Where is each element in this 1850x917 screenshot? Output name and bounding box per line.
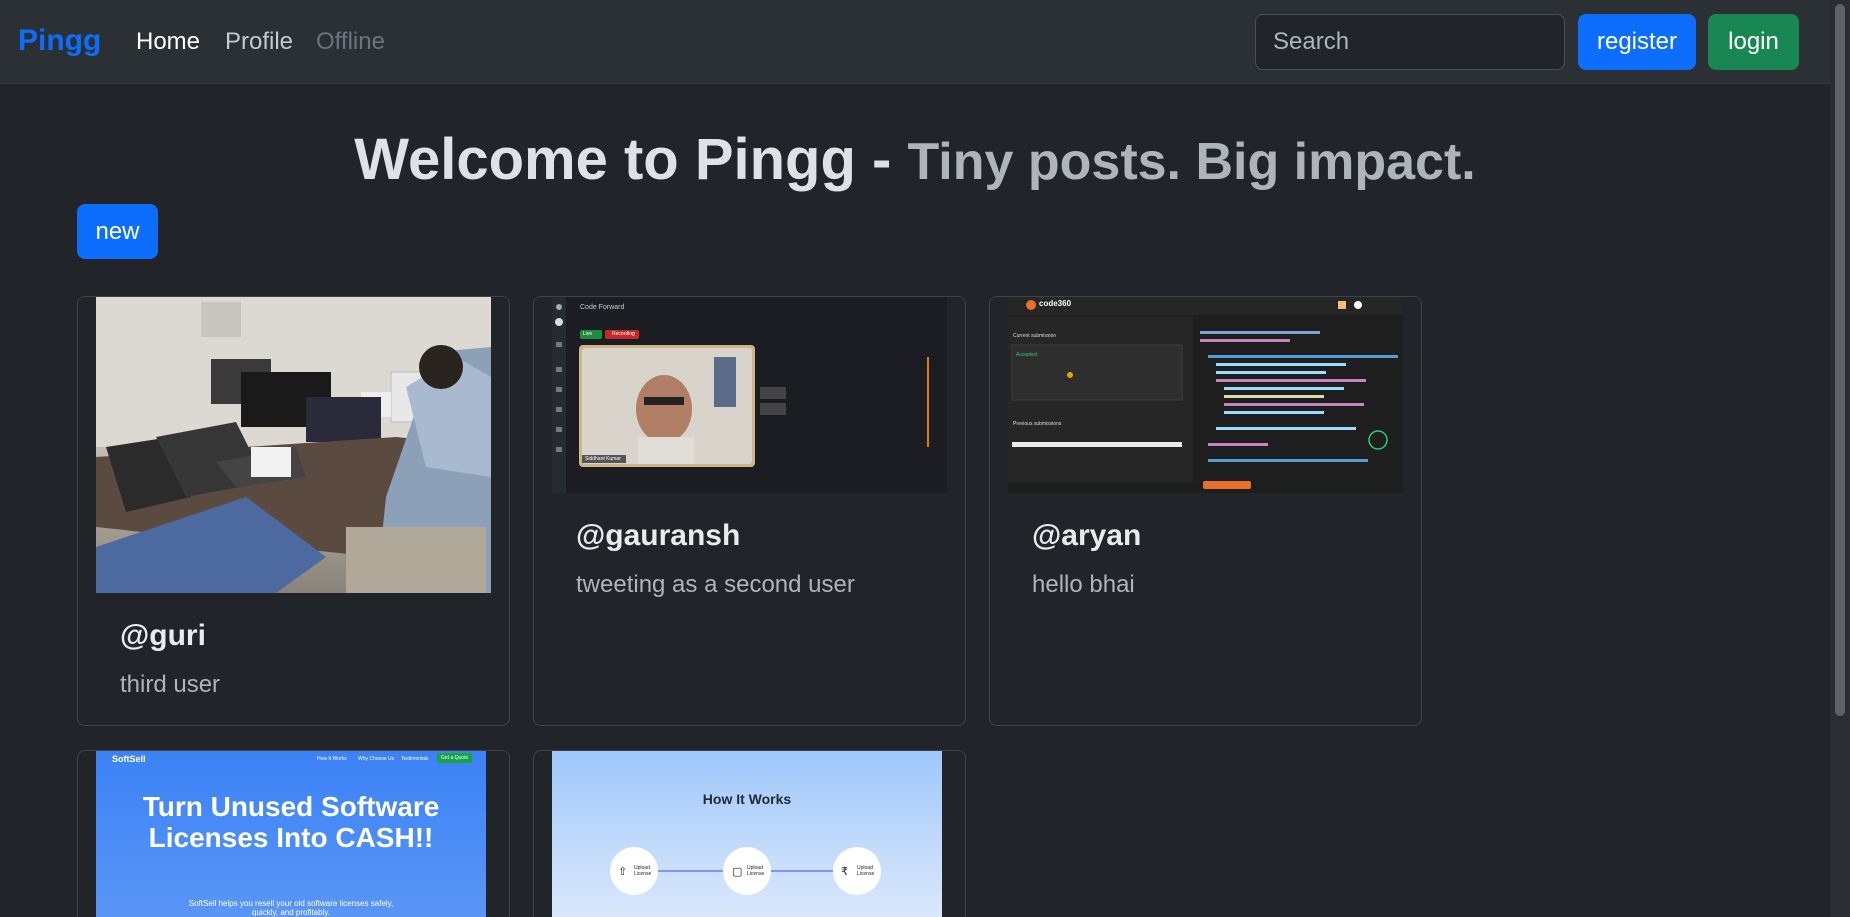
post-username[interactable]: @gauransh (576, 519, 740, 553)
svg-text:⇧: ⇧ (618, 865, 627, 878)
post-text: tweeting as a second user (576, 571, 855, 598)
post-card[interactable]: @guri third user (77, 296, 510, 726)
step-3-label: Upload License (857, 865, 875, 877)
softsell-nav-why: Why Choose Us (358, 756, 395, 762)
softsell-nav-testimonials: Testimonials (401, 756, 429, 762)
search-input[interactable] (1255, 14, 1565, 70)
svg-text:▢: ▢ (732, 865, 742, 878)
previous-submissions-label: Previous submissions (1013, 421, 1062, 427)
step-1-label: Upload License (634, 865, 652, 877)
softsell-headline: Turn Unused Software Licenses Into CASH!… (142, 791, 440, 853)
navbar: Pingg Home Profile Offline register logi… (0, 0, 1830, 84)
code360-logo: code360 (1039, 299, 1072, 308)
post-text: third user (120, 671, 221, 698)
post-card[interactable]: How It Works ⇧ ▢ ₹ Upload License Upload… (533, 750, 966, 917)
post-username[interactable]: @aryan (1032, 519, 1141, 553)
post-username[interactable]: @guri (120, 619, 206, 653)
current-submission-label: Current submission (1013, 333, 1057, 339)
nav-link-home[interactable]: Home (136, 28, 200, 56)
register-button[interactable]: register (1578, 14, 1696, 70)
scrollbar-thumb[interactable] (1835, 4, 1845, 716)
softsell-nav-how: How It Works (317, 756, 347, 762)
nav-link-profile[interactable]: Profile (225, 28, 293, 56)
accepted-status: Accepted (1016, 352, 1037, 358)
badge-recording: Recording (612, 331, 635, 337)
post-card[interactable]: SoftSell How It Works Why Choose Us Test… (77, 750, 510, 917)
hero-title: Welcome to Pingg - (354, 127, 892, 192)
hero-subtitle: Tiny posts. Big impact. (907, 133, 1476, 191)
app-title: Code Forward (580, 304, 625, 311)
softsell-cta: Get a Quote (437, 753, 473, 763)
post-image: code360 Current submission Accepted Prev… (1008, 297, 1403, 493)
post-text: hello bhai (1032, 571, 1135, 598)
login-button[interactable]: login (1708, 14, 1799, 70)
svg-text:₹: ₹ (841, 865, 848, 878)
post-image (96, 297, 491, 593)
code-forward-screenshot (552, 297, 929, 493)
office-photo (96, 297, 491, 593)
post-card[interactable]: Code Forward Live Recording Siddhant Kum… (533, 296, 966, 726)
step-2-label: Upload License (747, 865, 765, 877)
post-card[interactable]: code360 Current submission Accepted Prev… (989, 296, 1422, 726)
new-post-button[interactable]: new (77, 204, 158, 259)
steps-diagram: ⇧ ▢ ₹ (610, 847, 881, 895)
page-scrollbar[interactable] (1830, 0, 1850, 917)
code360-screenshot (1008, 297, 1403, 489)
name-tag: Siddhant Kumar (585, 456, 621, 462)
post-image: SoftSell How It Works Why Choose Us Test… (96, 751, 486, 917)
post-image: Code Forward Live Recording Siddhant Kum… (552, 297, 947, 493)
page-title: Welcome to Pingg - Tiny posts. Big impac… (0, 126, 1830, 193)
softsell-logo: SoftSell (112, 754, 146, 764)
nav-link-offline[interactable]: Offline (316, 28, 385, 56)
post-image: How It Works ⇧ ▢ ₹ Upload License Upload… (552, 751, 942, 917)
badge-live: Live (583, 331, 593, 337)
brand-logo[interactable]: Pingg (18, 24, 101, 58)
softsell-subtext: SoftSell helps you resell your old softw… (188, 899, 394, 917)
